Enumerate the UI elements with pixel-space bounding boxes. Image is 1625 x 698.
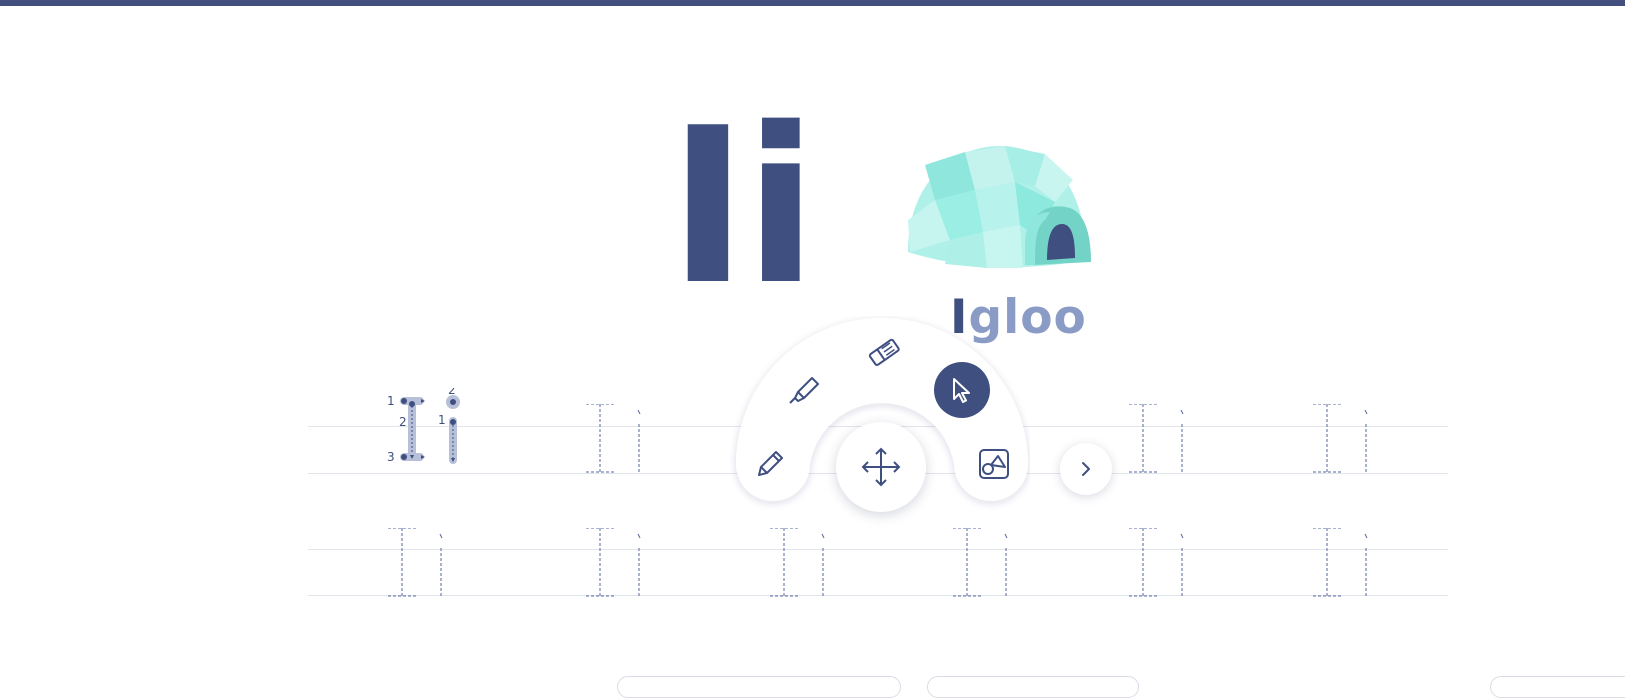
guide-line-base-row2 [308,595,1448,596]
move-icon [861,447,901,487]
trace-cell[interactable] [953,528,1013,608]
cursor-icon [953,378,970,403]
shapes-icon [979,449,1009,479]
eraser-icon [868,338,900,366]
stroke-number: 1 [387,394,395,408]
trace-cell[interactable] [1129,404,1189,484]
pencil-icon [758,451,783,476]
shapes-tool-button[interactable] [968,438,1020,490]
top-accent-bar [0,0,1625,6]
igloo-icon [908,146,1091,268]
guide-line-top-row2 [308,549,1448,550]
letter-display: Ii [668,99,828,314]
trace-cell[interactable] [1129,528,1189,608]
highlighter-tool-button[interactable] [778,364,830,416]
trace-cell[interactable] [1313,528,1373,608]
next-button[interactable] [1060,443,1112,495]
bottom-tab[interactable] [927,676,1139,698]
stroke-number: 2 [448,388,456,397]
pencil-tool-button[interactable] [744,438,796,490]
stroke-number: 2 [399,415,407,429]
tool-wheel [730,316,1030,526]
bottom-tab[interactable] [617,676,901,698]
stroke-number: 3 [387,450,395,464]
eraser-tool-button[interactable] [858,326,910,378]
trace-cell[interactable] [770,528,830,608]
model-letter-stroke-guide: 1 2 3 1 2 [385,383,465,478]
trace-cell[interactable] [586,404,646,484]
trace-cell[interactable] [1313,404,1373,484]
highlighter-icon [789,377,819,404]
chevron-right-icon [1082,462,1090,476]
trace-cell[interactable] [388,528,448,608]
trace-cell[interactable] [586,528,646,608]
pointer-tool-button[interactable] [934,362,990,418]
move-tool-button[interactable] [836,422,926,512]
uppercase-letter: I [668,81,748,332]
lowercase-letter: i [744,81,818,332]
bottom-tab[interactable] [1490,676,1625,698]
stroke-number: 1 [438,413,446,427]
